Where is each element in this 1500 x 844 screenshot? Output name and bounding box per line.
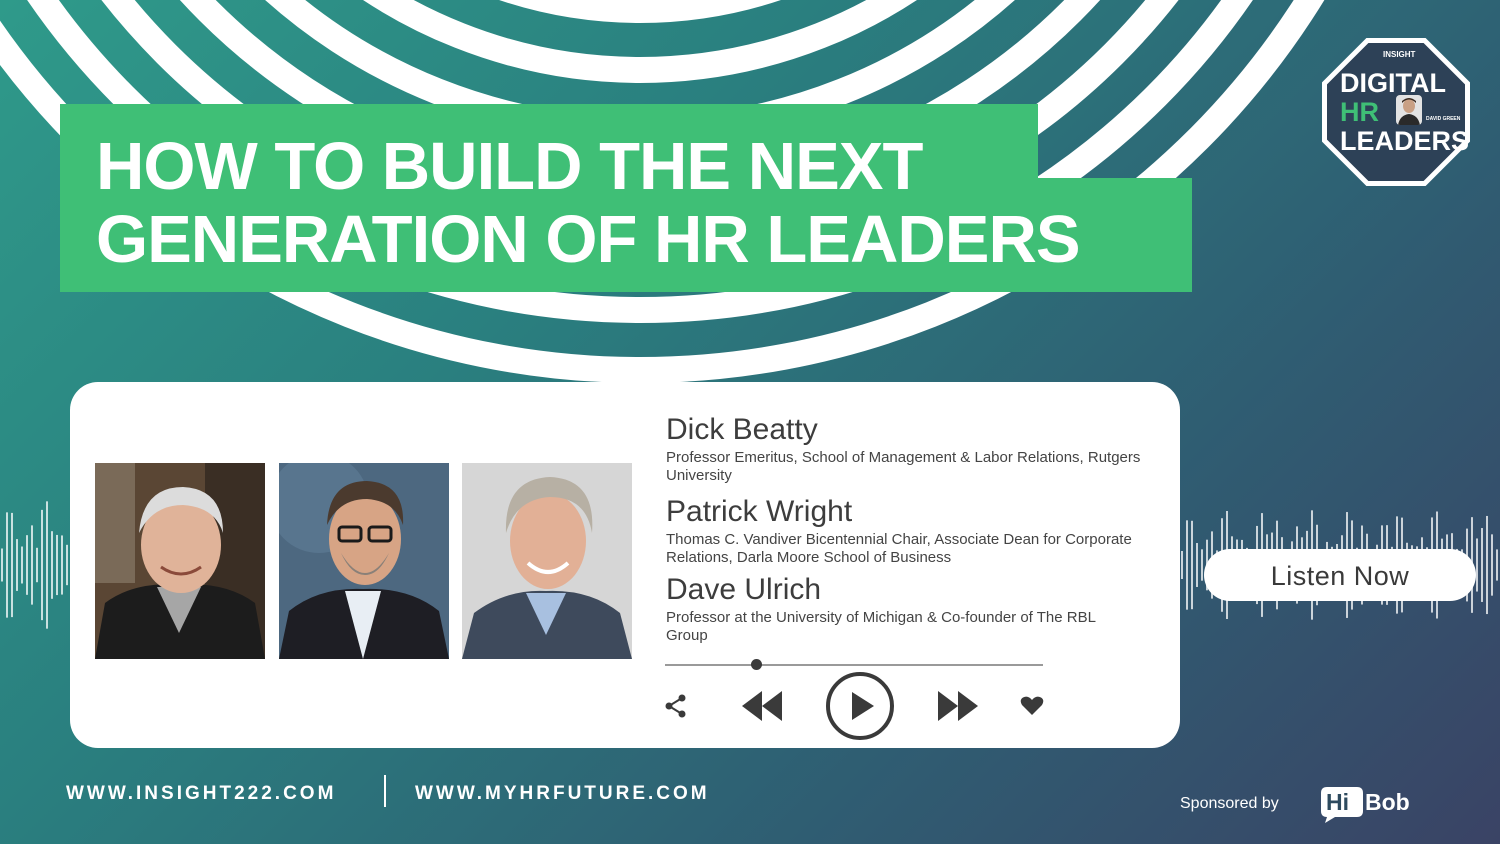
- sound-wave-left-decoration: [1, 501, 68, 629]
- progress-knob[interactable]: [750, 659, 762, 670]
- guest-name-2: Patrick Wright: [666, 495, 853, 528]
- myhrfuture-link[interactable]: WWW.MYHRFUTURE.COM: [415, 783, 710, 805]
- logo-line-1: DIGITAL: [1340, 68, 1446, 98]
- guest-photo-dick-beatty: [95, 463, 265, 659]
- guest-photo-patrick-wright: [279, 463, 449, 659]
- logo-line-2: HR: [1340, 97, 1379, 127]
- episode-title-line-1: HOW TO BUILD THE NEXT: [96, 129, 923, 204]
- hibob-bob-text: Bob: [1365, 789, 1410, 815]
- guest-photo-dave-ulrich: [462, 463, 632, 659]
- episode-title-line-2: GENERATION OF HR LEADERS: [96, 202, 1081, 277]
- guest-name-3: Dave Ulrich: [666, 573, 822, 606]
- logo-host: DAVID GREEN: [1426, 116, 1461, 122]
- sponsored-by-label: Sponsored by: [1180, 795, 1279, 812]
- heart-icon[interactable]: [1020, 696, 1044, 716]
- digital-hr-leaders-logo: INSIGHT DIGITAL HR DAVID GREEN LEADERS: [1322, 38, 1470, 186]
- listen-now-button[interactable]: Listen Now: [1204, 549, 1476, 601]
- guest-name-1: Dick Beatty: [666, 413, 818, 446]
- logo-line-3: LEADERS: [1340, 126, 1470, 156]
- guest-role-1: Professor Emeritus, School of Management…: [666, 449, 1141, 484]
- insight222-link[interactable]: WWW.INSIGHT222.COM: [66, 783, 336, 805]
- footer-divider: [384, 775, 386, 807]
- guest-role-3: Professor at the University of Michigan …: [666, 609, 1096, 644]
- host-portrait: [1396, 95, 1422, 125]
- hibob-logo: Hi Bob: [1317, 783, 1417, 828]
- podcast-banner: HOW TO BUILD THE NEXT GENERATION OF HR L…: [0, 0, 1500, 844]
- logo-brand: INSIGHT: [1383, 50, 1416, 59]
- progress-track[interactable]: [665, 664, 1043, 666]
- fast-forward-icon[interactable]: [936, 689, 980, 723]
- share-icon[interactable]: [663, 693, 689, 719]
- play-icon[interactable]: [824, 670, 896, 742]
- guest-role-2: Thomas C. Vandiver Bicentennial Chair, A…: [666, 531, 1132, 566]
- hibob-hi-text: Hi: [1326, 789, 1349, 815]
- episode-card: Dick Beatty Professor Emeritus, School o…: [70, 382, 1180, 748]
- rewind-icon[interactable]: [740, 689, 784, 723]
